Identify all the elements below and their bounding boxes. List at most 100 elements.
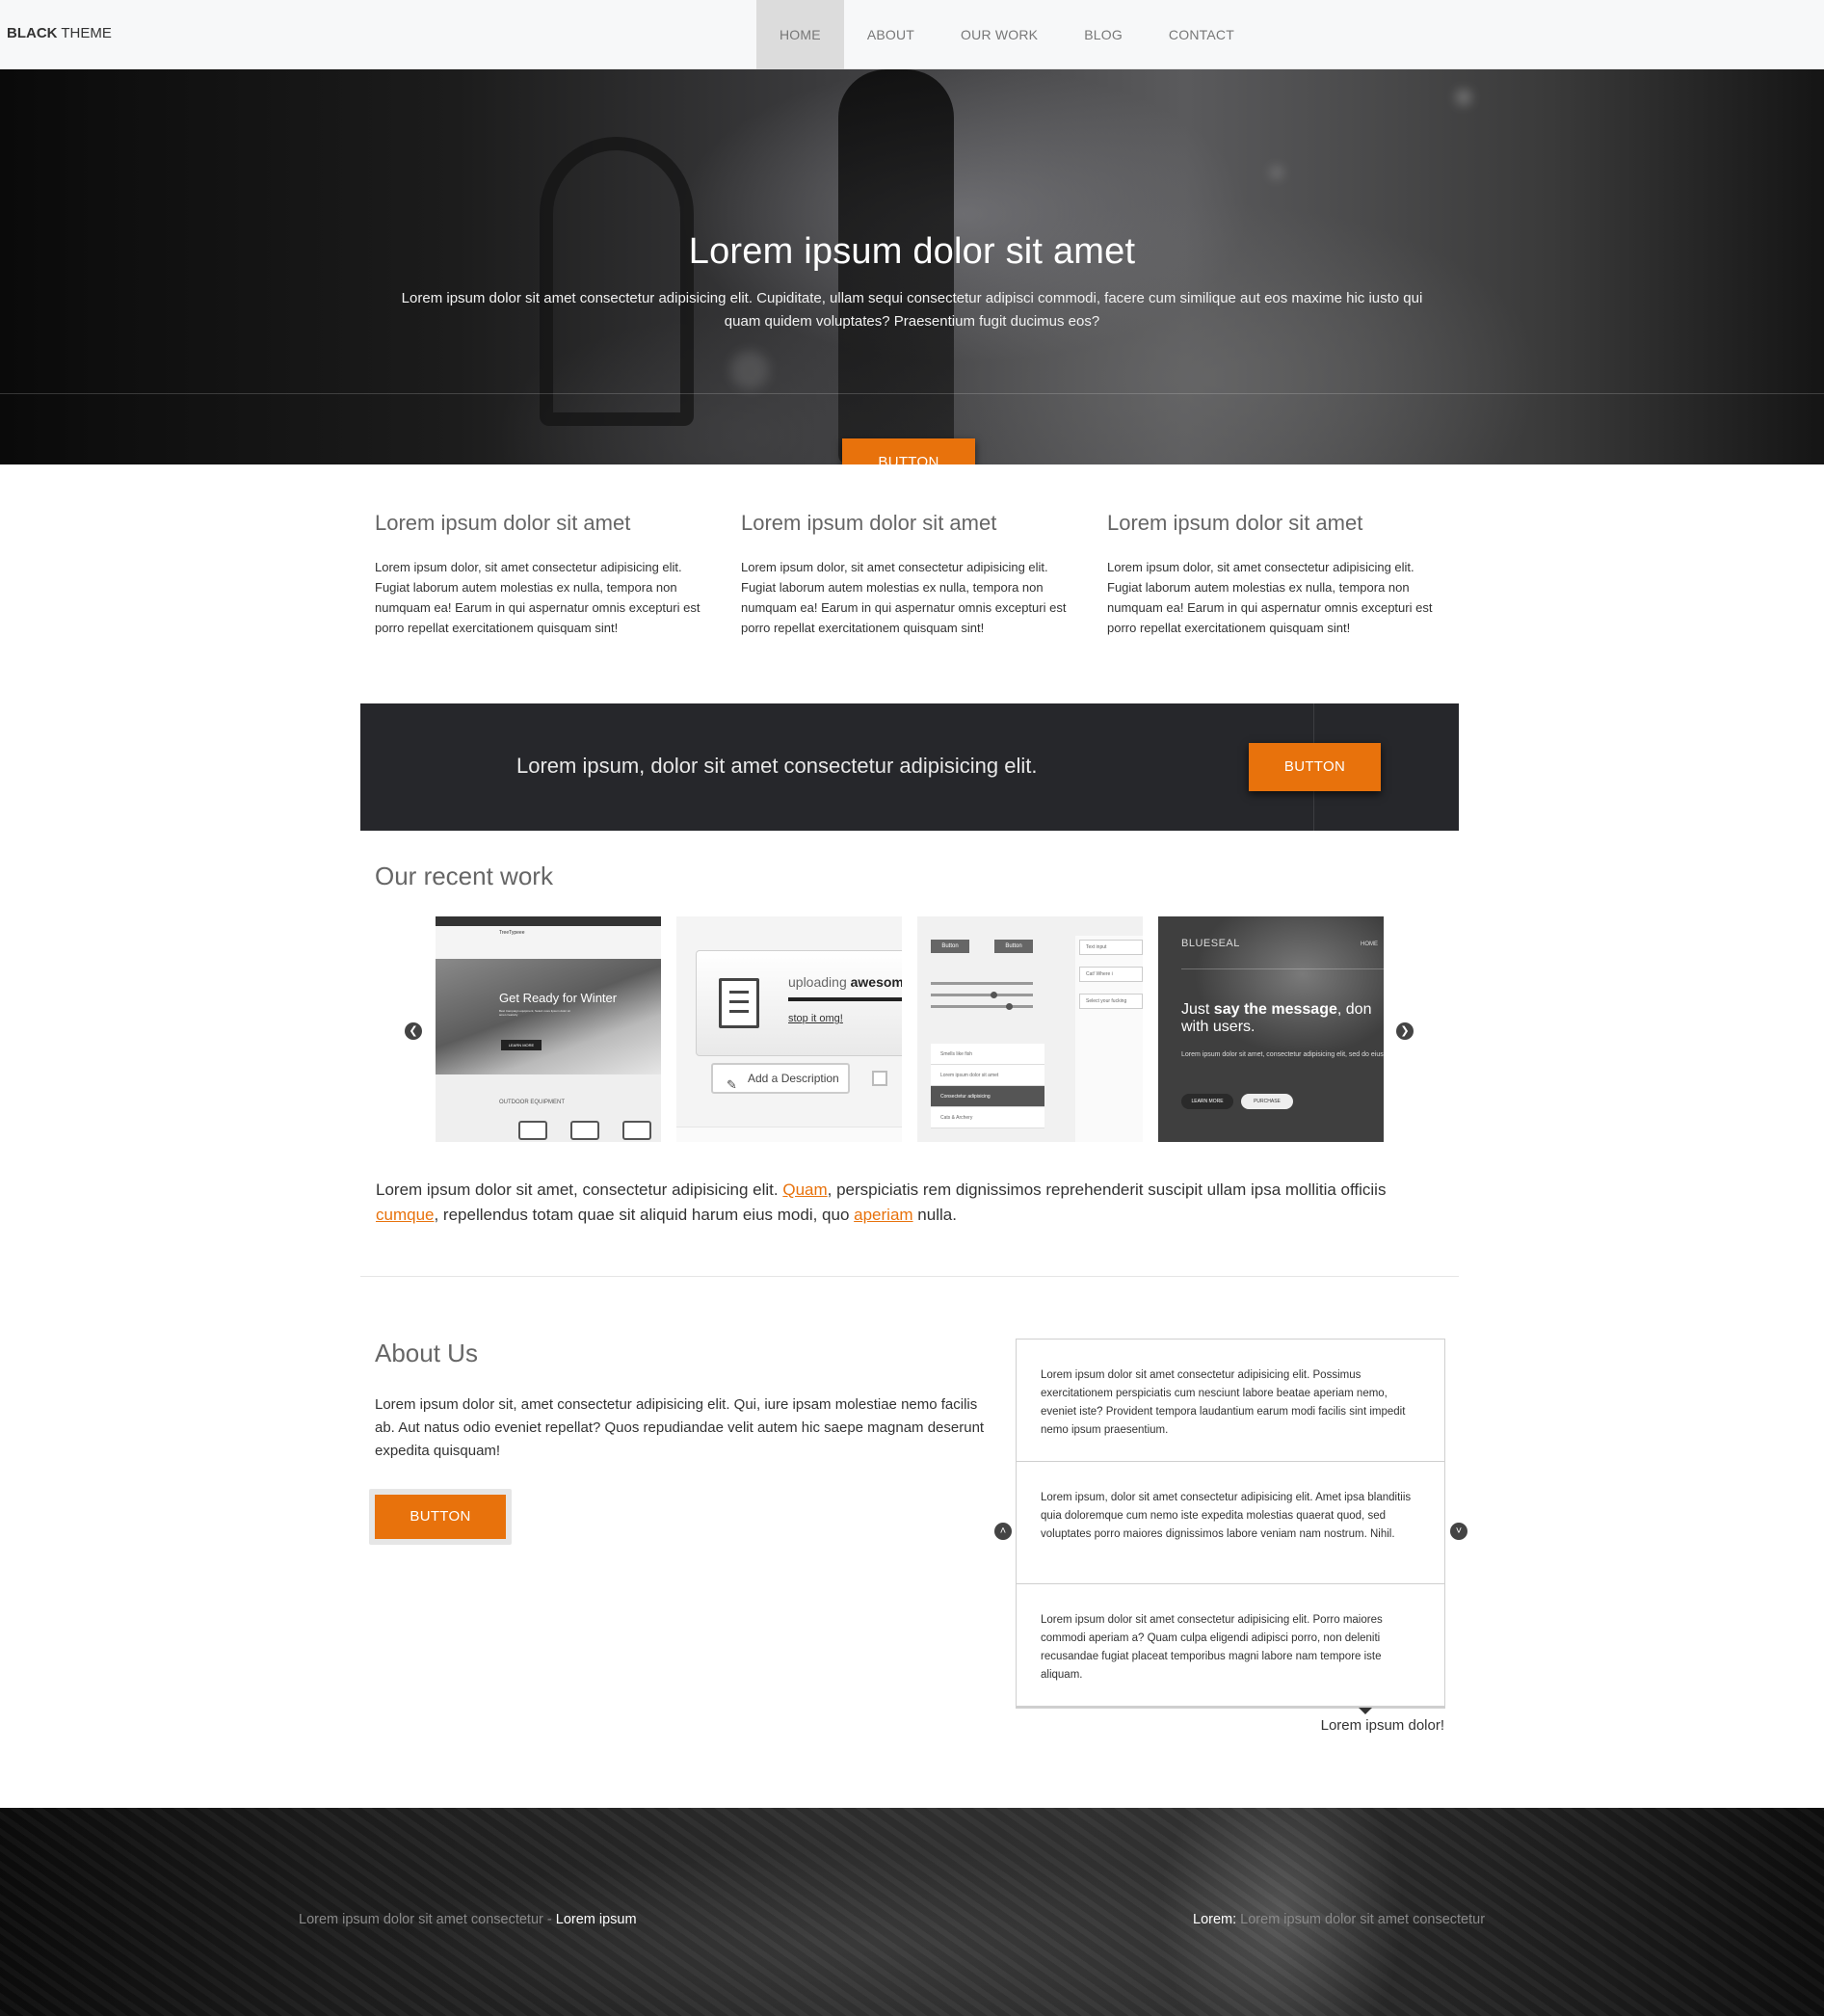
thumb-input: Text input <box>1079 940 1143 955</box>
car-icon <box>518 1121 547 1140</box>
testimonial-item: Lorem ipsum dolor sit amet consectetur a… <box>1017 1340 1444 1462</box>
footer-right-text: Lorem ipsum dolor sit amet consectetur <box>1236 1912 1486 1927</box>
hero-divider <box>0 393 1824 394</box>
footer-right: Lorem: Lorem ipsum dolor sit amet consec… <box>1193 1912 1485 1927</box>
testimonial-box: Lorem ipsum dolor sit amet consectetur a… <box>1016 1339 1445 1708</box>
testimonial-box-shadow <box>1016 1706 1445 1709</box>
chevron-right-circle-icon[interactable]: ❯ <box>1396 1022 1414 1040</box>
brand-rest: THEME <box>57 25 112 41</box>
cta-band: Lorem ipsum, dolor sit amet consectetur … <box>360 703 1459 831</box>
thumb-subtext: Best Campaign equipment, Select more lip… <box>499 1009 570 1017</box>
footer-texture <box>0 1808 1824 2016</box>
document-icon <box>719 978 759 1028</box>
thumb-button: Button <box>931 940 969 953</box>
thumb-learn-more: LEARN MORE <box>1181 1094 1233 1109</box>
about-text: Lorem ipsum dolor sit, amet consectetur … <box>375 1396 985 1459</box>
thumb-list-item: Lorem ipsum dolor sit amet <box>931 1065 1044 1086</box>
work-thumbnail[interactable]: Button Button Smells like fish Lorem ips… <box>917 916 1143 1142</box>
car-icon <box>570 1121 599 1140</box>
feature-title: Lorem ipsum dolor sit amet <box>375 511 631 535</box>
thumb-upload-label: uploading awesome <box>788 974 902 990</box>
msg-bold: say the message <box>1213 1001 1337 1018</box>
thumb-slider <box>931 982 1033 985</box>
recent-work-title: Our recent work <box>375 862 553 890</box>
thumb-subtext: Lorem ipsum dolor sit amet, consectetur … <box>1181 1051 1384 1058</box>
feature-text: Lorem ipsum dolor, sit amet consectetur … <box>375 560 701 635</box>
desc-link[interactable]: Quam <box>782 1180 827 1199</box>
thumb-purchase: PURCHASE <box>1241 1094 1293 1109</box>
thumb-brand: BLUESEAL <box>1181 938 1240 949</box>
nav-blog[interactable]: BLOG <box>1061 0 1146 69</box>
work-thumbnail[interactable]: uploading awesome stop it omg! ✎ Add a De… <box>676 916 902 1142</box>
work-description: Lorem ipsum dolor sit amet, consectetur … <box>376 1178 1450 1228</box>
feature-column: Lorem ipsum dolor sit amet Lorem ipsum d… <box>741 511 1069 638</box>
nav-contact[interactable]: CONTACT <box>1146 0 1257 69</box>
about-button[interactable]: BUTTON <box>375 1495 506 1539</box>
thumb-slider <box>931 1005 1033 1008</box>
footer-left-text: Lorem ipsum dolor sit amet consectetur - <box>299 1912 556 1927</box>
main-nav: HOME ABOUT OUR WORK BLOG CONTACT <box>756 0 1257 69</box>
thumb-section-label: OUTDOOR EQUIPMENT <box>499 1100 566 1105</box>
hero-bg-light <box>730 351 769 389</box>
thumb-ruler <box>676 1127 902 1142</box>
feature-column: Lorem ipsum dolor sit amet Lorem ipsum d… <box>1107 511 1435 638</box>
feature-title: Lorem ipsum dolor sit amet <box>741 511 997 535</box>
navbar: BLACK THEME HOME ABOUT OUR WORK BLOG CON… <box>0 0 1824 69</box>
thumb-headline: Get Ready for Winter <box>499 991 618 1005</box>
chevron-left-circle-icon[interactable]: ❮ <box>405 1022 422 1040</box>
msg-post: , don <box>1336 1001 1372 1018</box>
desc-text: nulla. <box>912 1206 957 1224</box>
pencil-icon: ✎ <box>727 1077 737 1092</box>
about-button-wrapper: BUTTON <box>369 1489 512 1545</box>
hero-bg-light <box>1457 91 1470 104</box>
hero-title: Lorem ipsum dolor sit amet <box>688 231 1136 272</box>
thumb-input: Select your fucking <box>1079 994 1143 1009</box>
thumb-divider <box>1181 968 1384 969</box>
thumb-button: LEARN MORE <box>501 1040 542 1050</box>
add-description-label: Add a Description <box>748 1072 839 1085</box>
nav-about[interactable]: ABOUT <box>844 0 938 69</box>
hero-button[interactable]: BUTTON <box>842 438 975 464</box>
section-divider <box>360 1276 1459 1277</box>
testimonial-item: Lorem ipsum dolor sit amet consectetur a… <box>1041 1614 1383 1681</box>
hero-bg-sign <box>540 137 694 426</box>
desc-link[interactable]: aperiam <box>854 1206 912 1224</box>
desc-text: , repellendus totam quae sit aliquid har… <box>434 1206 855 1224</box>
footer-left-strong[interactable]: Lorem ipsum <box>556 1912 637 1927</box>
work-thumbnail[interactable]: TreeTypeee Get Ready for Winter Best Cam… <box>436 916 661 1142</box>
slider-knob <box>991 992 997 998</box>
nav-our-work[interactable]: OUR WORK <box>938 0 1061 69</box>
upload-text: uploading <box>788 974 851 990</box>
thumb-header <box>436 926 661 959</box>
car-icon <box>622 1121 651 1140</box>
feature-text: Lorem ipsum dolor, sit amet consectetur … <box>741 560 1067 635</box>
hero-section: Lorem ipsum dolor sit amet Lorem ipsum d… <box>0 69 1824 464</box>
thumb-list-item: Consectetur adipisicing <box>931 1086 1044 1107</box>
caret-down-icon <box>1359 1708 1372 1714</box>
thumb-logo: TreeTypeee <box>499 930 525 936</box>
work-thumbnail[interactable]: BLUESEAL HOME Just say the message, don w… <box>1158 916 1384 1142</box>
testimonial-item: Lorem ipsum, dolor sit amet consectetur … <box>1017 1462 1444 1584</box>
hero-bg-light <box>1272 168 1282 177</box>
feature-text: Lorem ipsum dolor, sit amet consectetur … <box>1107 560 1433 635</box>
desc-link[interactable]: cumque <box>376 1206 434 1224</box>
about-title: About Us <box>375 1339 478 1367</box>
chevron-down-circle-icon[interactable]: ˅ <box>1450 1523 1467 1540</box>
thumb-list: Smells like fish Lorem ipsum dolor sit a… <box>931 1044 1044 1128</box>
desc-text: Lorem ipsum dolor sit amet, consectetur … <box>376 1180 783 1199</box>
thumb-progress-bar <box>788 997 902 1001</box>
chevron-up-circle-icon[interactable]: ˄ <box>994 1523 1012 1540</box>
thumb-button: Button <box>994 940 1033 953</box>
thumb-stop-link: stop it omg! <box>788 1013 843 1024</box>
nav-home[interactable]: HOME <box>756 0 844 69</box>
cta-text: Lorem ipsum, dolor sit amet consectetur … <box>516 754 1038 778</box>
cta-button[interactable]: BUTTON <box>1249 743 1381 791</box>
feature-title: Lorem ipsum dolor sit amet <box>1107 511 1363 535</box>
thumb-list-item: Cats & Archery <box>931 1107 1044 1128</box>
thumb-message: Just say the message, don with users. <box>1181 1001 1384 1036</box>
desc-text: , perspiciatis rem dignissimos reprehend… <box>827 1180 1387 1199</box>
brand-logo[interactable]: BLACK THEME <box>7 25 112 41</box>
footer: Lorem ipsum dolor sit amet consectetur -… <box>0 1808 1824 2016</box>
testimonial-author: Lorem ipsum dolor! <box>1320 1717 1444 1734</box>
thumb-add-description: ✎ Add a Description <box>711 1063 850 1094</box>
